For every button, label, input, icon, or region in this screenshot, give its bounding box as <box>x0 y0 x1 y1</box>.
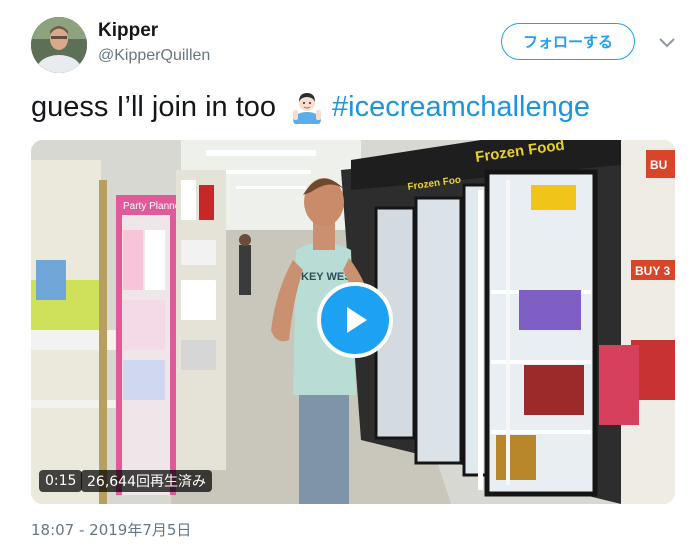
chevron-down-icon[interactable] <box>657 36 677 50</box>
play-icon <box>347 307 367 333</box>
man-raising-hand-emoji-icon <box>290 90 324 128</box>
user-handle[interactable]: @KipperQuillen <box>98 47 210 65</box>
avatar[interactable] <box>31 17 87 73</box>
tweet-timestamp[interactable]: 18:07 - 2019年7月5日 <box>31 519 191 540</box>
display-name[interactable]: Kipper <box>98 20 158 42</box>
video-player[interactable]: Party Planners Frozen Food Frozen Foo BU… <box>31 140 675 504</box>
video-views-badge: 26,644回再生済み <box>81 470 212 492</box>
tweet-text: guess I’ll join in too #icecreamchalleng… <box>31 90 590 128</box>
video-duration-badge: 0:15 <box>39 470 83 492</box>
play-button[interactable] <box>317 282 393 358</box>
tweet: Kipper @KipperQuillen フォローする guess I’ll … <box>0 0 700 544</box>
avatar-image <box>31 17 87 73</box>
buy-three-sign: BUY 3 <box>635 264 670 278</box>
follow-button[interactable]: フォローする <box>501 23 635 60</box>
hashtag-link[interactable]: #icecreamchallenge <box>332 91 590 124</box>
tweet-body: guess I’ll join in too <box>31 90 277 123</box>
buy-sign-top: BU <box>650 158 667 172</box>
